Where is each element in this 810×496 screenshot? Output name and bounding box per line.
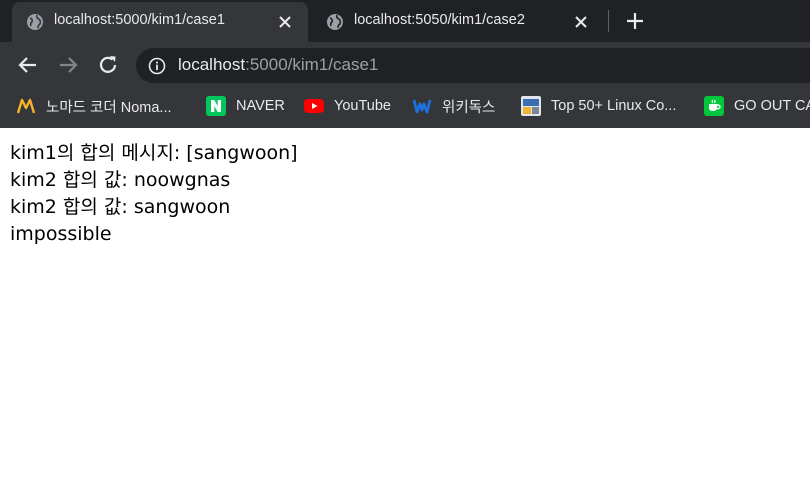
tab-case1[interactable]: localhost:5000/kim1/case1 bbox=[12, 2, 308, 42]
bookmark-nomad-coder[interactable]: 노마드 코더 Noma... bbox=[16, 94, 172, 118]
kim1-consensus-message: kim1의 합의 메시지: [sangwoon] bbox=[10, 142, 298, 164]
tab-title: localhost:5000/kim1/case1 bbox=[54, 12, 225, 28]
close-icon[interactable] bbox=[276, 13, 294, 31]
kim2-consensus-value: kim2 합의 값: sangwoon bbox=[10, 196, 231, 218]
bookmark-youtube[interactable]: YouTube bbox=[304, 94, 391, 118]
bookmark-naver[interactable]: NAVER bbox=[206, 94, 285, 118]
page-content: kim1의 합의 메시지: [sangwoon] kim2 합의 값: noow… bbox=[10, 140, 298, 248]
bookmarks-bar: 노마드 코더 Noma... NAVER YouTube 위키독스 Top 50… bbox=[0, 90, 810, 122]
tab-separator bbox=[608, 10, 609, 32]
youtube-icon bbox=[304, 99, 324, 113]
reload-icon[interactable] bbox=[96, 53, 120, 77]
back-arrow-icon[interactable] bbox=[16, 53, 40, 77]
go-out-camping-icon bbox=[704, 96, 724, 116]
kim2-consensus-value: kim2 합의 값: noowgnas bbox=[10, 169, 231, 191]
url-text[interactable]: localhost:5000/kim1/case1 bbox=[178, 55, 378, 75]
address-bar[interactable]: localhost:5000/kim1/case1 bbox=[136, 48, 810, 83]
globe-icon bbox=[27, 14, 43, 30]
nomad-coder-icon bbox=[16, 98, 36, 114]
forward-arrow-icon[interactable] bbox=[56, 53, 80, 77]
url-path: :5000/kim1/case1 bbox=[245, 55, 379, 74]
naver-icon bbox=[206, 96, 226, 116]
info-icon[interactable] bbox=[148, 57, 166, 75]
bookmark-wikidocs[interactable]: 위키독스 bbox=[412, 94, 495, 118]
tab-strip: localhost:5000/kim1/case1 localhost:5050… bbox=[0, 0, 810, 42]
linux-site-icon bbox=[521, 96, 541, 116]
result-status: impossible bbox=[10, 223, 112, 245]
globe-icon bbox=[327, 14, 343, 30]
new-tab-plus-icon[interactable] bbox=[624, 10, 646, 32]
browser-chrome: localhost:5000/kim1/case1 localhost:5050… bbox=[0, 0, 810, 128]
url-host: localhost bbox=[178, 55, 246, 74]
bookmark-linux[interactable]: Top 50+ Linux Co... bbox=[521, 94, 676, 118]
tab-case2[interactable]: localhost:5050/kim1/case2 bbox=[312, 2, 604, 42]
bookmark-go-out-camping[interactable]: GO OUT CA bbox=[704, 94, 810, 118]
wikidocs-icon bbox=[412, 99, 432, 114]
close-icon[interactable] bbox=[572, 13, 590, 31]
tab-title: localhost:5050/kim1/case2 bbox=[354, 12, 525, 28]
